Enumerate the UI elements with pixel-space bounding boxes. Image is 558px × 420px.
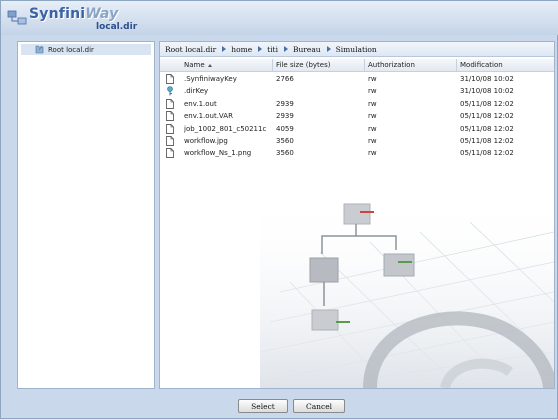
tree-item-label: Root local.dir xyxy=(48,45,94,54)
breadcrumb-arrow-icon xyxy=(258,46,263,52)
sort-ascending-icon xyxy=(207,63,212,67)
breadcrumb-item-bureau[interactable]: Bureau xyxy=(293,45,321,54)
file-modification: 31/10/08 10:02 xyxy=(460,75,514,83)
file-name: env.1.out.VAR xyxy=(184,112,233,121)
file-name: env.1.out xyxy=(184,99,217,108)
file-authorization: rw xyxy=(368,124,377,133)
breadcrumb-arrow-icon xyxy=(326,46,331,52)
directory-tree-panel: Root local.dir xyxy=(17,41,155,389)
file-name: workflow_Ns_1.png xyxy=(184,149,252,158)
brand-way: Way xyxy=(85,6,119,22)
table-row[interactable]: .SynfiniwayKey 2766 rw 31/10/08 10:02 xyxy=(160,74,554,85)
file-name: .dirKey xyxy=(184,87,209,96)
table-row[interactable]: workflow_Ns_1.png 3560 rw 05/11/08 12:02 xyxy=(160,148,554,159)
button-bar: Select Cancel xyxy=(1,393,558,420)
file-modification: 05/11/08 12:02 xyxy=(460,149,514,158)
file-modification: 05/11/08 12:02 xyxy=(460,99,514,108)
column-header-modification[interactable]: Modification xyxy=(460,61,503,69)
document-icon xyxy=(166,123,174,134)
brand-name: SynfiniWay xyxy=(29,6,118,22)
file-list-panel: Root local.dir home titi Bureau Simulati… xyxy=(159,41,555,389)
table-row[interactable]: .dirKey rw 31/10/08 10:02 xyxy=(160,86,554,97)
document-icon xyxy=(166,111,174,122)
workflow-watermark-graphic xyxy=(260,192,554,388)
column-header-size[interactable]: File size (bytes) xyxy=(276,61,330,69)
file-authorization: rw xyxy=(368,75,377,83)
file-name: .SynfiniwayKey xyxy=(184,75,237,83)
file-size: 2939 xyxy=(276,112,294,121)
brand-main: Synfini xyxy=(29,6,86,22)
table-row[interactable]: workflow.jpg 3560 rw 05/11/08 12:02 xyxy=(160,136,554,147)
key-icon xyxy=(166,86,174,96)
tree-item-root[interactable]: Root local.dir xyxy=(21,44,151,55)
breadcrumb-arrow-icon xyxy=(283,46,288,52)
table-row[interactable]: env.1.out 2939 rw 05/11/08 12:02 xyxy=(160,98,554,110)
breadcrumb-item-root[interactable]: Root local.dir xyxy=(165,45,216,54)
title-bar: SynfiniWay local.dir xyxy=(1,1,558,35)
file-authorization: rw xyxy=(368,149,377,158)
table-row[interactable]: env.1.out.VAR 2939 rw 05/11/08 12:02 xyxy=(160,111,554,122)
file-modification: 05/11/08 12:02 xyxy=(460,112,514,121)
document-icon xyxy=(166,148,174,159)
column-divider[interactable] xyxy=(364,59,365,71)
column-divider[interactable] xyxy=(272,59,273,71)
file-authorization: rw xyxy=(368,99,377,108)
breadcrumb-item-home[interactable]: home xyxy=(231,45,252,54)
file-size: 2939 xyxy=(276,99,294,108)
column-headers: Name File size (bytes) Authorization Mod… xyxy=(160,59,554,72)
breadcrumb-item-simulation[interactable]: Simulation xyxy=(336,45,377,54)
cancel-button[interactable]: Cancel xyxy=(293,399,345,413)
breadcrumb: Root local.dir home titi Bureau Simulati… xyxy=(160,42,554,57)
column-header-name[interactable]: Name xyxy=(184,61,212,69)
document-icon xyxy=(166,136,174,146)
document-icon xyxy=(166,98,174,109)
file-modification: 05/11/08 12:02 xyxy=(460,124,514,133)
column-divider[interactable] xyxy=(456,59,457,71)
file-size: 4059 xyxy=(276,124,294,133)
file-size: 3560 xyxy=(276,149,294,158)
select-button[interactable]: Select xyxy=(238,399,288,413)
file-name: job_1002_801_c50211c xyxy=(184,124,267,133)
breadcrumb-arrow-icon xyxy=(222,46,227,52)
column-header-name-label: Name xyxy=(184,61,205,69)
file-name: workflow.jpg xyxy=(184,137,228,145)
file-authorization: rw xyxy=(368,87,377,96)
file-chooser-window: SynfiniWay local.dir Root local.dir Root… xyxy=(0,0,558,419)
root-folder-icon xyxy=(35,45,44,54)
location-title: local.dir xyxy=(96,22,138,32)
file-size: 3560 xyxy=(276,137,294,145)
file-modification: 31/10/08 10:02 xyxy=(460,87,514,96)
breadcrumb-item-titi[interactable]: titi xyxy=(267,45,278,54)
file-size: 2766 xyxy=(276,75,294,83)
file-authorization: rw xyxy=(368,137,377,145)
document-icon xyxy=(166,74,174,84)
table-row[interactable]: job_1002_801_c50211c 4059 rw 05/11/08 12:02 xyxy=(160,123,554,135)
column-header-authorization[interactable]: Authorization xyxy=(368,61,415,69)
synfiniway-logo-icon xyxy=(7,10,27,25)
file-authorization: rw xyxy=(368,112,377,121)
file-modification: 05/11/08 12:02 xyxy=(460,137,514,145)
